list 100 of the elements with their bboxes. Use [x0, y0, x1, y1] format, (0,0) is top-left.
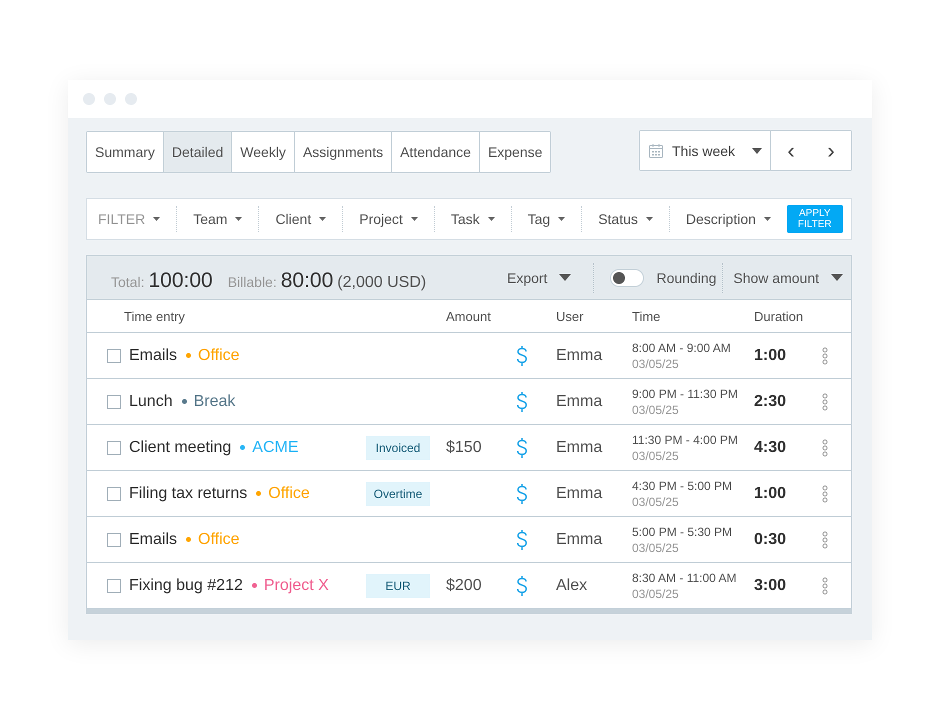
- caret-icon: [319, 217, 326, 221]
- tag-label: Overtime: [366, 482, 430, 506]
- billable-dollar-icon[interactable]: [516, 436, 528, 458]
- entry-date: 03/05/25: [632, 540, 680, 554]
- checkbox[interactable]: [107, 532, 121, 546]
- column-header: Amount: [446, 308, 492, 324]
- caret-icon: [235, 217, 242, 221]
- user-name: Emma: [555, 392, 604, 410]
- entry-description: Fixing bug #212: [129, 576, 243, 594]
- column-header: Duration: [754, 308, 804, 324]
- entry-description: Filing tax returns: [129, 484, 248, 502]
- tag-label: Invoiced: [366, 436, 430, 460]
- user-name: Emma: [555, 346, 604, 364]
- entry-date: 03/05/25: [632, 448, 680, 462]
- filter-dropdown[interactable]: Project: [343, 206, 435, 232]
- caret-icon: [764, 217, 771, 221]
- more-options-icon[interactable]: [822, 484, 828, 502]
- caret-icon: [559, 274, 572, 281]
- checkbox[interactable]: [107, 348, 121, 362]
- caret-icon: [558, 217, 566, 221]
- filter-dropdown[interactable]: Status: [582, 206, 670, 232]
- date-range-dropdown[interactable]: This week: [640, 131, 771, 170]
- duration-value: 3:00: [754, 576, 788, 594]
- checkbox[interactable]: [107, 578, 121, 592]
- caret-icon: [153, 217, 160, 221]
- time-range: 11:30 PM - 4:00 PM: [632, 432, 739, 446]
- entry-date: 03/05/25: [632, 586, 680, 600]
- tab[interactable]: Detailed: [164, 132, 232, 172]
- rounding-label: Rounding: [656, 270, 716, 286]
- more-options-icon[interactable]: [822, 576, 828, 594]
- column-header: Time entry: [124, 308, 186, 324]
- column-header: Time: [632, 308, 662, 324]
- export-dropdown[interactable]: Export: [506, 262, 594, 292]
- project-name: ACME: [252, 438, 299, 456]
- duration-value: 1:00: [754, 346, 788, 364]
- filter-dropdown[interactable]: Client: [259, 206, 344, 232]
- entry-date: 03/05/25: [632, 494, 680, 508]
- project-name: Office: [198, 346, 240, 364]
- entry-description: Lunch: [129, 392, 173, 410]
- time-entry-row[interactable]: Filing tax returns Office Overtime Emma 4:30 PM - 5:00 PM 03/05/25 1:00: [87, 471, 851, 517]
- billable-amount: (2,000 USD): [337, 274, 426, 292]
- filter-dropdown[interactable]: Team: [177, 206, 260, 232]
- billable-dollar-icon[interactable]: [516, 528, 528, 550]
- entry-description: Emails: [129, 530, 178, 548]
- time-range: 5:00 PM - 5:30 PM: [632, 524, 734, 538]
- more-options-icon[interactable]: [822, 438, 828, 456]
- billable-value: 80:00: [280, 268, 334, 292]
- more-options-icon[interactable]: [822, 346, 828, 364]
- duration-value: 1:00: [754, 484, 788, 502]
- time-range: 9:00 PM - 11:30 PM: [632, 386, 739, 400]
- entry-description: Emails: [129, 346, 178, 364]
- total-value: 100:00: [148, 268, 213, 292]
- filter-dropdown[interactable]: Tag: [512, 206, 582, 232]
- billable-dollar-icon[interactable]: [516, 344, 528, 366]
- more-options-icon[interactable]: [822, 392, 828, 410]
- user-name: Alex: [555, 576, 588, 594]
- column-header: User: [555, 308, 584, 324]
- duration-value: 2:30: [754, 392, 788, 410]
- billable-label: Billable:: [228, 274, 277, 290]
- time-range: 4:30 PM - 5:00 PM: [632, 478, 734, 492]
- project-name: Office: [198, 530, 240, 548]
- caret-icon: [831, 274, 843, 281]
- caret-icon: [646, 217, 653, 221]
- total-label: Total:: [111, 274, 144, 290]
- filter-dropdown[interactable]: Description: [670, 206, 787, 232]
- time-range: 8:00 AM - 9:00 AM: [632, 340, 732, 354]
- project-name: Project X: [264, 576, 329, 594]
- caret-icon: [488, 217, 495, 221]
- amount-value: $150: [446, 438, 482, 456]
- billable-dollar-icon[interactable]: [516, 482, 528, 504]
- show-amount-dropdown[interactable]: Show amount: [723, 262, 851, 292]
- checkbox[interactable]: [107, 394, 121, 408]
- duration-value: 0:30: [754, 530, 788, 548]
- billable-dollar-icon[interactable]: [516, 574, 528, 596]
- user-name: Emma: [555, 530, 604, 548]
- checkbox[interactable]: [107, 440, 121, 454]
- time-entry-row[interactable]: Client meeting ACME Invoiced $150 Emma 11:30 PM - 4:00 PM 03/05/25 4:30: [87, 425, 851, 471]
- caret-icon: [410, 217, 418, 221]
- time-entry-row[interactable]: Lunch Break Emma 9:00 PM - 11:30 PM 03/05/25 2:30: [87, 379, 851, 425]
- project-name: Office: [268, 484, 310, 502]
- caret-icon: [752, 148, 762, 154]
- filter-dropdown[interactable]: Task: [434, 206, 512, 232]
- duration-value: 4:30: [754, 438, 788, 456]
- user-name: Emma: [555, 484, 604, 502]
- entry-description: Client meeting: [129, 438, 232, 456]
- billable-dollar-icon[interactable]: [516, 390, 528, 412]
- rounding-toggle[interactable]: [610, 268, 644, 286]
- checkbox[interactable]: [107, 486, 121, 500]
- more-options-icon[interactable]: [822, 530, 828, 548]
- time-entry-row[interactable]: Emails Office Emma 5:00 PM - 5:30 PM 03/05/25 0:30: [87, 517, 851, 563]
- user-name: Emma: [555, 438, 604, 456]
- project-name: Break: [194, 392, 236, 410]
- tab[interactable]: Summary: [87, 132, 164, 172]
- entry-date: 03/05/25: [632, 356, 680, 370]
- amount-value: $200: [446, 576, 482, 594]
- tag-label: EUR: [366, 574, 430, 598]
- entry-date: 03/05/25: [632, 402, 680, 416]
- calendar-icon: [648, 142, 664, 158]
- time-entry-row[interactable]: Emails Office Emma 8:00 AM - 9:00 AM 03/05/25 1:00: [87, 333, 851, 379]
- time-range: 8:30 AM - 11:00 AM: [632, 570, 738, 584]
